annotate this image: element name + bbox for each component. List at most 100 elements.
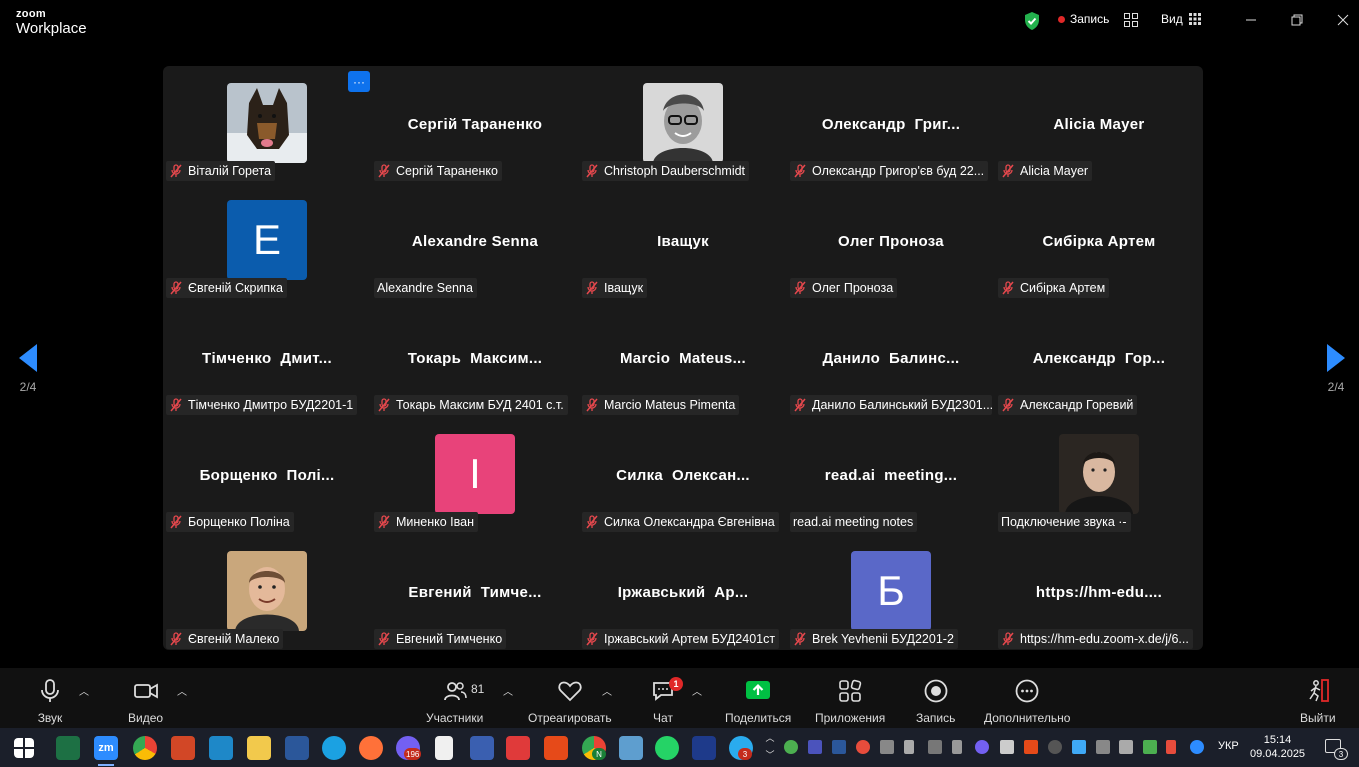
excel-icon[interactable] — [56, 736, 80, 760]
chat-chevron-up-icon[interactable]: ︿ — [692, 683, 702, 698]
recording-indicator[interactable]: Запись — [1058, 12, 1109, 26]
network-tray-icon[interactable] — [1072, 740, 1086, 754]
more-button[interactable]: Дополнительно — [984, 678, 1070, 725]
participant-tile[interactable]: Євгеній Малеко — [163, 534, 371, 651]
monitor-tray-icon[interactable] — [928, 740, 942, 754]
webex-tray-icon[interactable] — [832, 740, 846, 754]
restore-icon[interactable] — [1287, 10, 1307, 30]
video-button[interactable]: Видео — [128, 678, 163, 725]
tile-more-options-button[interactable]: ··· — [348, 71, 370, 92]
muted-mic-icon — [378, 515, 390, 529]
tray-overflow-chevron-icon[interactable]: ︿ ﹀ — [764, 730, 776, 764]
muted-mic-icon — [794, 164, 806, 178]
participant-avatar — [227, 83, 307, 163]
edge-icon[interactable] — [322, 736, 346, 760]
muted-mic-icon — [586, 164, 598, 178]
next-page-nav[interactable]: 2/4 — [1322, 344, 1350, 394]
participant-tile[interactable]: Данило Балинс... Данило Балинський БУД230… — [787, 300, 995, 417]
file-explorer-icon[interactable] — [247, 736, 271, 760]
participant-tile[interactable]: Тімченко Дмит... Тімченко Дмитро БУД2201-… — [163, 300, 371, 417]
wifi-tray-icon[interactable] — [1048, 740, 1062, 754]
participant-tile[interactable]: Віталій Горета — [163, 66, 371, 183]
webex-icon[interactable] — [692, 736, 716, 760]
arrow-right-icon[interactable] — [1327, 344, 1345, 372]
participant-tile[interactable]: Токарь Максим... Токарь Максим БУД 2401 с… — [371, 300, 579, 417]
record-button[interactable]: Запись — [916, 678, 955, 725]
participant-name-label: Євгеній Малеко — [166, 629, 284, 649]
mic-tray-icon[interactable] — [904, 740, 914, 754]
participant-tile[interactable]: Marcio Mateus... Marcio Mateus Pimenta — [579, 300, 787, 417]
participant-tile[interactable]: Е Євгеній Скрипка — [163, 183, 371, 300]
participant-tile[interactable]: Подключение звука ·- — [995, 417, 1203, 534]
audio-button[interactable]: Звук — [37, 678, 63, 725]
sway-icon[interactable] — [209, 736, 233, 760]
video-options-chevron-up-icon[interactable]: ︿ — [177, 683, 187, 698]
muted-mic-icon — [170, 515, 182, 529]
leave-meeting-button[interactable]: Выйти — [1300, 678, 1336, 725]
usb-tray-icon[interactable] — [952, 740, 962, 754]
participant-tile[interactable]: Силка Олексан... Силка Олександра Євгенів… — [579, 417, 787, 534]
participant-tile[interactable]: Борщенко Полі... Борщенко Поліна — [163, 417, 371, 534]
minimize-icon[interactable] — [1241, 10, 1261, 30]
teams-tray-icon[interactable] — [808, 740, 822, 754]
notepad-icon[interactable] — [435, 736, 453, 760]
participant-tile[interactable]: Олександр Григ... Олександр Григор'єв буд… — [787, 66, 995, 183]
anydesk-icon[interactable] — [506, 736, 530, 760]
save-disk-icon[interactable] — [470, 736, 494, 760]
viber-tray-icon[interactable] — [975, 740, 989, 754]
participant-tile[interactable]: Alicia Mayer Alicia Mayer — [995, 66, 1203, 183]
windows-start-icon[interactable] — [14, 738, 34, 758]
apps-button[interactable]: Приложения — [815, 678, 885, 725]
participant-tile[interactable]: Александр Гор... Александр Горевий — [995, 300, 1203, 417]
snipping-tray-icon[interactable] — [880, 740, 894, 754]
audio-options-chevron-up-icon[interactable]: ︿ — [79, 683, 89, 698]
close-icon[interactable] — [1333, 10, 1353, 30]
participant-tile[interactable]: Christoph Dauberschmidt — [579, 66, 787, 183]
participant-avatar — [1059, 434, 1139, 514]
zoom-taskbar-icon[interactable]: zm — [94, 736, 118, 766]
volume-tray-icon[interactable] — [1119, 740, 1133, 754]
participant-tile[interactable]: https://hm-edu.... https://hm-edu.zoom-x.… — [995, 534, 1203, 651]
participant-tile[interactable]: Б Brek Yevhenii БУД2201-2 — [787, 534, 995, 651]
printer-tray-icon[interactable] — [1000, 740, 1014, 754]
more-dots-icon — [1015, 679, 1039, 703]
security-tray-icon[interactable] — [784, 740, 798, 754]
s-tray-icon[interactable] — [1024, 740, 1038, 754]
device-tray-icon[interactable] — [1096, 740, 1110, 754]
firefox-icon[interactable] — [359, 736, 383, 760]
participant-tile[interactable]: Іржавський Ар... Іржавський Артем БУД2401… — [579, 534, 787, 651]
map-app-icon[interactable] — [619, 736, 643, 760]
arrow-left-icon[interactable] — [19, 344, 37, 372]
previous-page-nav[interactable]: 2/4 — [14, 344, 42, 394]
apps-grid-icon[interactable] — [1124, 13, 1138, 27]
participant-name-text: Силка Олександра Євгенівна — [604, 515, 775, 529]
muted-mic-icon — [378, 164, 390, 178]
participants-chevron-up-icon[interactable]: ︿ — [503, 683, 513, 698]
word-icon[interactable] — [285, 736, 309, 760]
system-clock[interactable]: 15:14 09.04.2025 — [1250, 733, 1305, 761]
react-chevron-up-icon[interactable]: ︿ — [602, 683, 612, 698]
participant-tile[interactable]: Іващук Іващук — [579, 183, 787, 300]
defender-tray-icon[interactable] — [1143, 740, 1157, 754]
chrome-tray-icon[interactable] — [856, 740, 870, 754]
zoom-tray-icon[interactable] — [1190, 740, 1204, 754]
speaker-muted-tray-icon[interactable] — [1166, 740, 1176, 754]
participant-tile[interactable]: Alexandre Senna Alexandre Senna — [371, 183, 579, 300]
participant-tile[interactable]: read.ai meeting... read.ai meeting notes — [787, 417, 995, 534]
share-screen-button[interactable]: Поделиться — [725, 678, 791, 725]
participant-name-label: Данило Балинський БУД2301... — [790, 395, 992, 415]
participant-tile[interactable]: Олег Проноза Олег Проноза — [787, 183, 995, 300]
muted-mic-icon — [586, 515, 598, 529]
view-menu-button[interactable]: Вид — [1161, 12, 1201, 26]
participant-tile[interactable]: Сергій Тараненко Сергій Тараненко — [371, 66, 579, 183]
chrome-icon[interactable] — [133, 736, 157, 760]
react-button[interactable]: Отреагировать — [528, 678, 612, 725]
participant-tile[interactable]: Евгений Тимче... Евгений Тимченко — [371, 534, 579, 651]
whatsapp-icon[interactable] — [655, 736, 679, 760]
encryption-shield-icon[interactable] — [1023, 11, 1041, 31]
keyboard-language[interactable]: УКР — [1218, 740, 1239, 752]
s-app-icon[interactable] — [544, 736, 568, 760]
participant-tile[interactable]: І Миненко Іван — [371, 417, 579, 534]
participant-tile[interactable]: Сибірка Артем Сибірка Артем — [995, 183, 1203, 300]
powerpoint-icon[interactable] — [171, 736, 195, 760]
